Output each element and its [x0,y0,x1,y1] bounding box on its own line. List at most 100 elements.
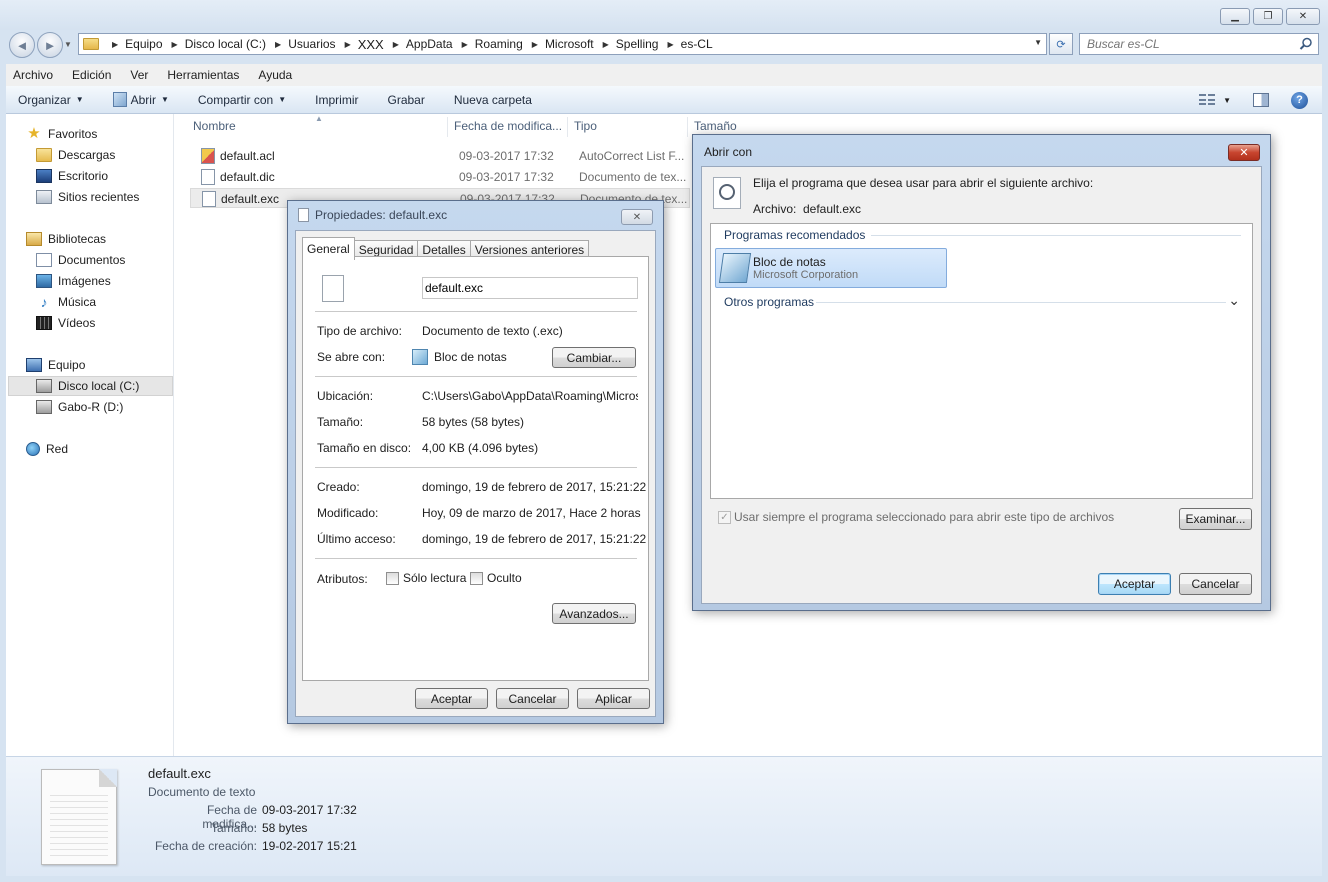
back-button[interactable]: ◄ [9,32,35,58]
view-options-icon[interactable] [1199,94,1216,106]
details-modified-value[interactable]: 09-03-2017 17:32 [262,803,357,817]
column-divider[interactable] [567,117,568,137]
file-type: Documento de tex... [579,170,687,184]
nav-documentos[interactable]: Documentos [36,250,125,270]
nav-bibliotecas[interactable]: Bibliotecas [26,229,106,249]
recent-pages-chevron-icon[interactable]: ▼ [64,40,72,49]
crumb-disco-local[interactable]: Disco local (C:) [185,37,266,51]
ok-button[interactable]: Aceptar [415,688,488,709]
nav-imagenes[interactable]: Imágenes [36,271,111,291]
address-dropdown-icon[interactable]: ▼ [1034,38,1042,47]
share-button[interactable]: Compartir con ▼ [198,93,286,107]
filename-input[interactable] [422,277,638,299]
menu-archivo[interactable]: Archivo [10,68,56,82]
properties-body: General Seguridad Detalles Versiones ant… [295,230,656,717]
column-header-date[interactable]: Fecha de modifica... [454,119,562,137]
refresh-button[interactable]: ⟳ [1049,33,1073,55]
forward-button[interactable]: ► [37,32,63,58]
cancel-button[interactable]: Cancelar [1179,573,1252,595]
search-box[interactable] [1079,33,1319,55]
expand-chevron-down-icon[interactable]: ⌄ [1228,293,1240,307]
file-date: 09-03-2017 17:32 [459,170,554,184]
created-value: domingo, 19 de febrero de 2017, 15:21:22 [422,480,647,494]
minimize-button[interactable]: ▁ [1220,8,1250,25]
advanced-button[interactable]: Avanzados... [552,603,636,624]
divider [315,311,637,312]
nav-escritorio[interactable]: Escritorio [36,166,108,186]
help-icon[interactable]: ? [1291,91,1308,109]
nav-label: Descargas [58,148,116,162]
always-use-checkbox[interactable]: ✓ Usar siempre el programa seleccionado … [718,510,1114,524]
breadcrumb-separator-icon[interactable]: ▶ [345,40,351,49]
change-button[interactable]: Cambiar... [552,347,636,368]
open-with-close-button[interactable]: ✕ [1228,144,1260,161]
address-bar[interactable]: ▶ Equipo ▶ Disco local (C:) ▶ Usuarios ▶… [78,33,1047,55]
crumb-appdata[interactable]: AppData [406,37,453,51]
breadcrumb-separator-icon[interactable]: ▶ [112,40,118,49]
view-chevron-down-icon[interactable]: ▼ [1223,96,1231,105]
breadcrumb-separator-icon[interactable]: ▶ [667,40,673,49]
properties-close-button[interactable]: ✕ [621,209,653,225]
crumb-es-cl[interactable]: es-CL [681,37,713,51]
ok-button[interactable]: Aceptar [1098,573,1171,595]
details-file-type: Documento de texto [148,785,256,799]
nav-favoritos[interactable]: ★ Favoritos [26,124,97,144]
crumb-microsoft[interactable]: Microsoft [545,37,594,51]
crumb-spelling[interactable]: Spelling [616,37,659,51]
search-icon[interactable] [1299,37,1313,51]
nav-musica[interactable]: ♪ Música [36,292,97,312]
program-item-notepad[interactable]: Bloc de notas Microsoft Corporation [715,248,947,288]
browse-button[interactable]: Examinar... [1179,508,1252,530]
close-button[interactable]: ✕ [1286,8,1320,25]
preview-pane-icon[interactable] [1253,93,1269,107]
nav-descargas[interactable]: Descargas [36,145,115,165]
file-row[interactable]: default.dic 09-03-2017 17:32 Documento d… [190,167,690,187]
readonly-checkbox[interactable]: Sólo lectura [386,571,466,585]
nav-red[interactable]: Red [26,439,68,459]
organize-button[interactable]: Organizar ▼ [18,93,84,107]
crumb-equipo[interactable]: Equipo [125,37,162,51]
column-header-name[interactable]: Nombre [193,119,236,137]
nav-equipo[interactable]: Equipo [26,355,85,375]
menu-edicion[interactable]: Edición [69,68,114,82]
burn-button[interactable]: Grabar [387,93,424,107]
column-divider[interactable] [447,117,448,137]
checkbox-icon [470,571,483,585]
nav-label: Vídeos [58,316,96,330]
properties-title-bar: Propiedades: default.exc [288,201,663,229]
crumb-usuarios[interactable]: Usuarios [288,37,335,51]
apply-button[interactable]: Aplicar [577,688,650,709]
search-input[interactable] [1087,37,1287,51]
breadcrumb-separator-icon[interactable]: ▶ [275,40,281,49]
chevron-down-icon[interactable]: ▼ [161,95,169,104]
breadcrumb-separator-icon[interactable]: ▶ [532,40,538,49]
maximize-button[interactable]: ❐ [1253,8,1283,25]
nav-videos[interactable]: Vídeos [36,313,95,333]
menu-ver[interactable]: Ver [127,68,151,82]
nav-disco-local[interactable]: Disco local (C:) [8,376,173,396]
hidden-checkbox[interactable]: Oculto [470,571,522,585]
menu-herramientas[interactable]: Herramientas [164,68,242,82]
open-with-title: Abrir con [704,145,753,159]
menu-ayuda[interactable]: Ayuda [255,68,295,82]
other-programs-group[interactable]: Otros programas [724,295,814,309]
file-row[interactable]: default.acl 09-03-2017 17:32 AutoCorrect… [190,146,690,166]
breadcrumb-separator-icon[interactable]: ▶ [462,40,468,49]
nav-gabo-r[interactable]: Gabo-R (D:) [36,397,123,417]
print-button[interactable]: Imprimir [315,93,358,107]
column-divider[interactable] [687,117,688,137]
crumb-roaming[interactable]: Roaming [475,37,523,51]
location-value[interactable]: C:\Users\Gabo\AppData\Roaming\Microsoft\ [422,389,638,403]
crumb-user[interactable]: XXX [358,37,384,52]
open-button[interactable]: Abrir ▼ [112,92,169,107]
breadcrumb-separator-icon[interactable]: ▶ [393,40,399,49]
column-header-type[interactable]: Tipo [574,119,597,137]
nav-sitios-recientes[interactable]: Sitios recientes [36,187,139,207]
breadcrumb-separator-icon[interactable]: ▶ [172,40,178,49]
new-folder-button[interactable]: Nueva carpeta [454,93,532,107]
details-created-value[interactable]: 19-02-2017 15:21 [262,839,357,853]
cancel-button[interactable]: Cancelar [496,688,569,709]
details-file-name[interactable]: default.exc [148,766,211,781]
tab-general[interactable]: General [302,237,355,260]
breadcrumb-separator-icon[interactable]: ▶ [603,40,609,49]
